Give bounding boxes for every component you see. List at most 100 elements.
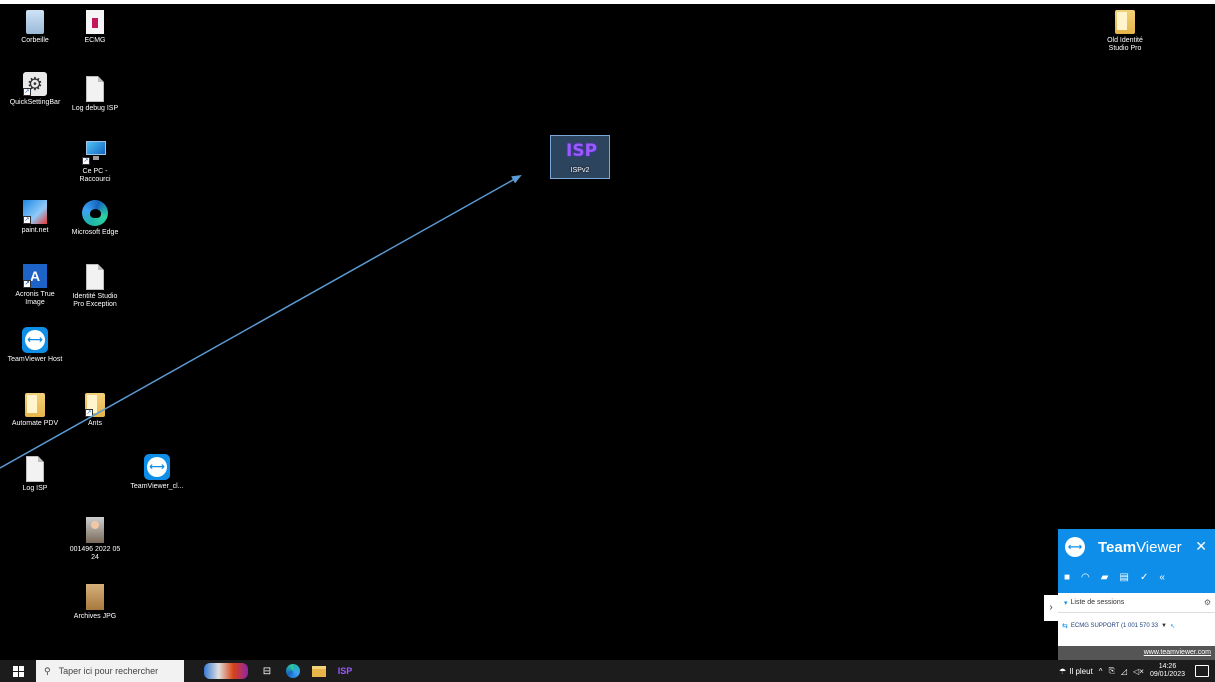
desktop-icon-acronis[interactable]: A ↗ Acronis True Image [4,264,66,307]
teamviewer-title: TeamViewer [1098,539,1182,556]
desktop-icon-microsoft-edge[interactable]: Microsoft Edge [64,200,126,237]
desktop-icon-corbeille[interactable]: Corbeille [4,10,66,45]
chat-icon[interactable]: ▰ [1101,572,1109,583]
session-icon: ⇆ [1062,623,1068,630]
acronis-icon: A ↗ [23,264,47,288]
teamviewer-panel: › ⟷ TeamViewer ✕ ■ ◠ ▰ ▤ ✓ « ▾ Liste de … [1044,529,1215,660]
taskbar-edge-button[interactable] [280,660,306,682]
taskbar-isp-button[interactable]: ISP [332,660,358,682]
shortcut-arrow-icon: ↗ [85,409,93,417]
folder-icon [312,665,326,677]
photo-icon [86,517,104,543]
search-box[interactable]: ⚲ Taper ici pour rechercher [36,660,184,682]
desktop-icon-identite-studio-exception[interactable]: Identité Studio Pro Exception [64,264,126,309]
session-name: ECMG SUPPORT (1 001 570 33 [1070,623,1159,629]
icon-label: QuickSettingBar [9,99,61,106]
icon-label: Corbeille [21,37,49,44]
search-icon: ⚲ [44,665,51,676]
this-pc-icon: ↗ [82,139,108,165]
gear-shortcut-icon: ⚙ ↗ [23,72,47,96]
clock[interactable]: 14:26 09/01/2023 [1150,663,1185,679]
isp-icon: ISP [337,666,353,676]
network-icon[interactable]: ⎘ [1109,666,1115,676]
desktop-icon-automate-pdv[interactable]: Automate PDV [4,393,66,428]
desktop-icon-archives-jpg[interactable]: Archives JPG [64,584,126,621]
desktop-icon-ispv2-selected[interactable]: ISP ISPv2 [550,135,610,179]
video-icon[interactable]: ■ [1064,572,1070,583]
shortcut-arrow-icon: ↗ [23,216,31,224]
recycle-bin-icon [26,10,44,34]
isp-icon: ISP [566,141,598,161]
headset-icon[interactable]: ◠ [1081,572,1090,583]
desktop-icon-photo-001496[interactable]: 001496 2022 05 24 [64,517,126,562]
paint-net-icon: ↗ [23,200,47,224]
teamviewer-icon: ⟷ [22,327,48,353]
desktop-icon-old-identite-studio[interactable]: Old Identité Studio Pro [1094,10,1156,53]
sessions-header[interactable]: ▾ Liste de sessions ⚙ [1058,593,1215,613]
icon-label: Automate PDV [11,420,59,427]
document-icon [26,456,44,482]
folder-icon [25,393,45,417]
icon-label: 001496 2022 05 24 [69,546,121,561]
weather-text: Il pleut [1069,666,1093,676]
expand-panel-button[interactable]: › [1044,595,1058,621]
desktop-icon-log-isp[interactable]: Log ISP [4,456,66,493]
search-highlight-image[interactable] [204,663,248,679]
icon-label: Archives JPG [73,613,117,620]
shortcut-arrow-icon: ↗ [23,88,31,96]
notification-icon[interactable] [1195,665,1209,677]
sessions-header-label: Liste de sessions [1070,599,1125,606]
collapse-icon[interactable]: « [1159,572,1165,583]
teamviewer-toolbar: ■ ◠ ▰ ▤ ✓ « [1064,572,1165,583]
desktop-icon-teamviewer-host[interactable]: ⟷ TeamViewer Host [4,327,66,364]
teamviewer-link[interactable]: www.teamviewer.com [1058,646,1215,660]
desktop-icon-ispv2[interactable]: ISP ISPv2 [550,138,610,175]
cursor-icon[interactable]: ↖ [1170,623,1175,630]
icon-label: TeamViewer_cl... [130,483,184,490]
ecmg-icon [86,10,104,34]
desktop-icon-log-debug-isp[interactable]: Log debug ISP [64,76,126,113]
gear-icon[interactable]: ⚙ [1204,598,1211,607]
edge-icon [286,664,300,678]
icon-label: Acronis True Image [15,291,55,306]
search-placeholder: Taper ici pour rechercher [58,666,159,676]
taskbar: ⚲ Taper ici pour rechercher ⊟ ISP ☂ Il p… [0,660,1215,682]
desktop-icon-paint-net[interactable]: ↗ paint.net [4,200,66,235]
desktop-icon-quicksettingbar[interactable]: ⚙ ↗ QuickSettingBar [4,72,66,107]
desktop-icon-ecmg[interactable]: ECMG [64,10,126,45]
icon-label: Ants [87,420,102,427]
icon-label: ISPv2 [570,167,590,174]
volume-icon[interactable]: ◁× [1133,667,1144,676]
start-button[interactable] [0,660,36,682]
icon-label: Log debug ISP [71,105,119,112]
dropdown-icon[interactable]: ▼ [1161,623,1167,629]
task-view-icon[interactable]: ⊟ [254,660,280,682]
chevron-down-icon: ▾ [1064,599,1068,607]
teamviewer-logo-icon: ⟷ [1065,537,1085,557]
document-icon [86,76,104,102]
icon-label: TeamViewer Host [7,356,63,363]
file-transfer-icon[interactable]: ▤ [1119,572,1128,583]
weather-widget[interactable]: ☂ Il pleut [1059,667,1093,676]
clock-date: 09/01/2023 [1149,671,1185,678]
icon-label: paint.net [21,227,49,234]
archive-icon [86,584,104,610]
icon-label: Old Identité Studio Pro [1107,37,1143,52]
rain-umbrella-icon: ☂ [1059,666,1067,676]
edge-icon [82,200,108,226]
taskbar-explorer-button[interactable] [306,660,332,682]
session-row[interactable]: ⇆ ECMG SUPPORT (1 001 570 33 ▼ ↖ [1058,613,1215,639]
desktop[interactable]: Corbeille ECMG ⚙ ↗ QuickSettingBar Log de… [0,4,1215,660]
check-icon[interactable]: ✓ [1140,572,1148,583]
desktop-icon-teamviewer-cl[interactable]: ⟷ TeamViewer_cl... [126,454,188,491]
wifi-icon[interactable]: ◿ [1121,667,1127,676]
icon-label: Ce PC - Raccourci [79,168,111,183]
annotation-arrow [0,175,522,469]
clock-time: 14:26 [1158,663,1177,670]
desktop-icon-ce-pc[interactable]: ↗ Ce PC - Raccourci [64,139,126,184]
system-tray: ☂ Il pleut ^ ⎘ ◿ ◁× 14:26 09/01/2023 [1059,660,1215,682]
close-button[interactable]: ✕ [1195,538,1207,555]
folder-icon [1115,10,1135,34]
desktop-icon-ants[interactable]: ↗ Ants [64,393,126,428]
chevron-up-icon[interactable]: ^ [1099,667,1103,676]
